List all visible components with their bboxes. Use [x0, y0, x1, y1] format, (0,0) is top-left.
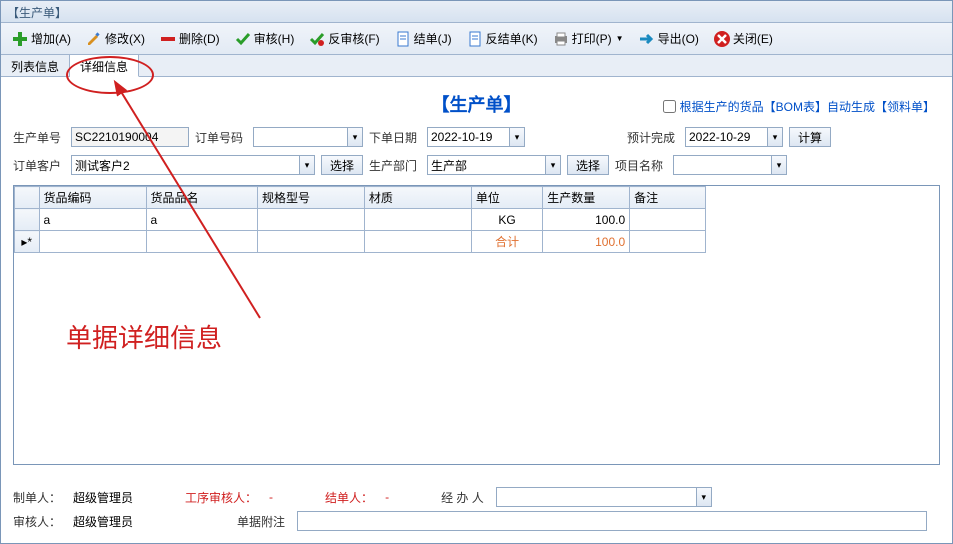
row-indicator [15, 209, 40, 231]
auditor-value: 超级管理员 [73, 513, 133, 530]
proc-auditor-value: - [269, 490, 273, 504]
expect-done-picker[interactable]: ▾ [767, 127, 783, 147]
pencil-icon [85, 30, 103, 48]
edit-button[interactable]: 修改(X) [79, 26, 151, 52]
closer-label: 结单人： [325, 489, 373, 506]
order-date-input[interactable] [427, 127, 509, 147]
printer-icon [552, 30, 570, 48]
unaudit-button[interactable]: 反审核(F) [302, 26, 385, 52]
col-header[interactable]: 货品编码 [39, 187, 146, 209]
customer-select-button[interactable]: 选择 [321, 155, 363, 175]
dept-select-button[interactable]: 选择 [567, 155, 609, 175]
doc-icon [466, 30, 484, 48]
table-sum-row: ▸*合计100.0 [15, 231, 706, 253]
tabstrip: 列表信息详细信息 [1, 55, 952, 77]
order-no-input[interactable] [253, 127, 347, 147]
order-no-label: 订单号码 [195, 129, 247, 146]
toolbar-label: 关闭(E) [733, 30, 773, 47]
toolbar-label: 审核(H) [254, 30, 295, 47]
toolbar-label: 打印(P) [572, 30, 612, 47]
handler-input[interactable] [496, 487, 696, 507]
row-header [15, 187, 40, 209]
auto-generate-checkbox[interactable] [663, 100, 676, 113]
doc-no-input [71, 127, 189, 147]
attach-label: 单据附注 [237, 513, 285, 530]
audit-button[interactable]: 审核(H) [228, 26, 301, 52]
creator-label: 制单人： [13, 489, 61, 506]
toolbar-label: 结单(J) [414, 30, 452, 47]
proc-auditor-label: 工序审核人： [185, 489, 257, 506]
col-header[interactable]: 规格型号 [257, 187, 364, 209]
dept-dropdown[interactable]: ▾ [545, 155, 561, 175]
minus-icon [159, 30, 177, 48]
window-title: 【生产单】 [7, 6, 67, 20]
dept-label: 生产部门 [369, 157, 421, 174]
expect-done-input[interactable] [685, 127, 767, 147]
new-row-indicator[interactable]: ▸* [15, 231, 40, 253]
project-input[interactable] [673, 155, 771, 175]
footer: 制单人： 超级管理员 工序审核人： - 结单人： - 经 办 人 ▾ 审核人： … [13, 479, 940, 535]
order-no-dropdown[interactable]: ▾ [347, 127, 363, 147]
dropdown-caret-icon: ▼ [616, 34, 624, 43]
table-row[interactable]: aaKG100.0 [15, 209, 706, 231]
tab-detail[interactable]: 详细信息 [70, 55, 139, 77]
delete-button[interactable]: 删除(D) [153, 26, 226, 52]
customer-dropdown[interactable]: ▾ [299, 155, 315, 175]
content-area: 【生产单】 根据生产的货品【BOM表】自动生成【领料单】 生产单号 订单号码 ▾… [1, 77, 952, 543]
unclose-bill-button[interactable]: 反结单(K) [460, 26, 544, 52]
arrow-right-icon [638, 30, 656, 48]
auditor-label: 审核人： [13, 513, 61, 530]
close-bill-button[interactable]: 结单(J) [388, 26, 458, 52]
toolbar-label: 反结单(K) [486, 30, 538, 47]
toolbar-label: 反审核(F) [328, 30, 379, 47]
grid[interactable]: 货品编码货品品名规格型号材质单位生产数量备注aaKG100.0▸*合计100.0 [13, 185, 940, 465]
doc-no-label: 生产单号 [13, 129, 65, 146]
col-header[interactable]: 生产数量 [543, 187, 630, 209]
dept-input[interactable] [427, 155, 545, 175]
col-header[interactable]: 货品品名 [146, 187, 257, 209]
col-header[interactable]: 单位 [471, 187, 542, 209]
customer-input[interactable] [71, 155, 299, 175]
add-button[interactable]: 增加(A) [5, 26, 77, 52]
customer-label: 订单客户 [13, 157, 65, 174]
creator-value: 超级管理员 [73, 489, 133, 506]
doc-icon [394, 30, 412, 48]
calc-button[interactable]: 计算 [789, 127, 831, 147]
project-label: 项目名称 [615, 157, 667, 174]
order-date-picker[interactable]: ▾ [509, 127, 525, 147]
toolbar-label: 增加(A) [31, 30, 71, 47]
x-icon [713, 30, 731, 48]
toolbar-label: 修改(X) [105, 30, 145, 47]
attach-input[interactable] [297, 511, 927, 531]
close-button[interactable]: 关闭(E) [707, 26, 779, 52]
tab-list[interactable]: 列表信息 [1, 55, 70, 76]
col-header[interactable]: 备注 [630, 187, 706, 209]
check-icon [234, 30, 252, 48]
col-header[interactable]: 材质 [364, 187, 471, 209]
export-button[interactable]: 导出(O) [632, 26, 705, 52]
handler-dropdown[interactable]: ▾ [696, 487, 712, 507]
project-dropdown[interactable]: ▾ [771, 155, 787, 175]
auto-generate-label: 根据生产的货品【BOM表】自动生成【领料单】 [680, 98, 935, 115]
closer-value: - [385, 490, 389, 504]
uncheck-icon [308, 30, 326, 48]
toolbar-label: 删除(D) [179, 30, 220, 47]
window-titlebar: 【生产单】 [1, 1, 952, 23]
handler-label: 经 办 人 [441, 489, 484, 506]
plus-icon [11, 30, 29, 48]
print-button[interactable]: 打印(P) ▼ [546, 26, 630, 52]
auto-generate-option[interactable]: 根据生产的货品【BOM表】自动生成【领料单】 [663, 98, 935, 115]
expect-done-label: 预计完成 [627, 129, 679, 146]
toolbar-label: 导出(O) [658, 30, 699, 47]
order-date-label: 下单日期 [369, 129, 421, 146]
toolbar: 增加(A) 修改(X) 删除(D) 审核(H) 反审核(F) 结单(J) 反结单(K) 打印(… [1, 23, 952, 55]
